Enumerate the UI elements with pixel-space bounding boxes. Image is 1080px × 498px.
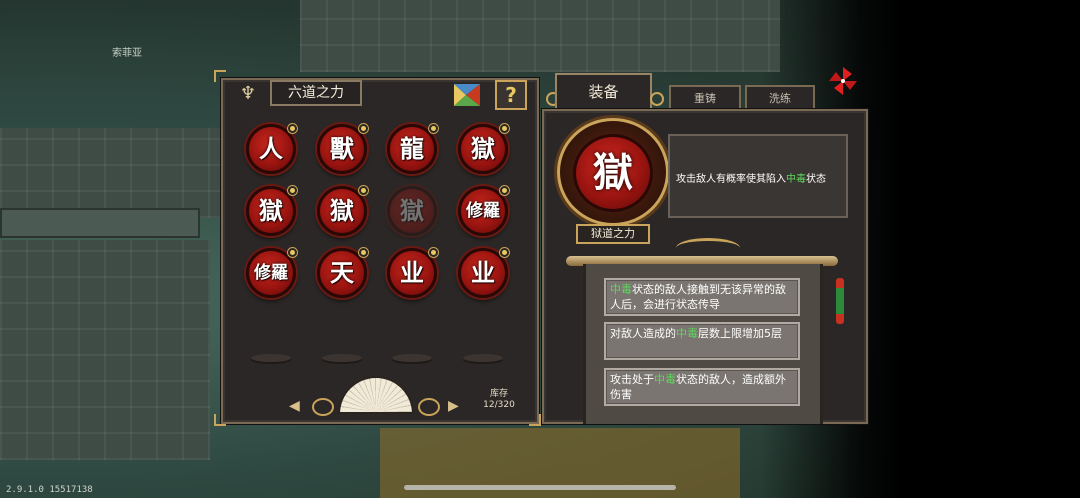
lotus-icon: ♆ xyxy=(239,83,257,104)
courtyard-floor xyxy=(0,240,210,460)
divider-ornament xyxy=(676,238,740,258)
floor-tiles xyxy=(0,128,220,218)
tab-ornament xyxy=(650,92,664,106)
home-indicator[interactable] xyxy=(404,485,676,490)
scroll-ornament-right xyxy=(418,398,440,416)
rune-slot[interactable]: 獄 xyxy=(458,123,510,174)
empty-rune-slot[interactable] xyxy=(322,354,362,362)
tab-recast[interactable]: 重铸 xyxy=(669,85,741,111)
rune-slot[interactable]: 天 xyxy=(317,247,369,298)
rune-badge-icon xyxy=(499,185,510,196)
character-name-label: 索菲亚 xyxy=(112,48,142,59)
rune-slot[interactable]: 业 xyxy=(387,247,439,298)
rune-slot[interactable]: 人 xyxy=(246,123,298,174)
tassel-decoration xyxy=(836,278,844,324)
rune-badge-icon xyxy=(428,123,439,134)
codex-icon[interactable] xyxy=(452,82,482,108)
effect-entry: 中毒状态的敌人接触到无该异常的敌人后，会进行状态传导 xyxy=(604,278,800,316)
rune-slot[interactable]: 獄 xyxy=(387,186,437,236)
rune-slot[interactable]: 修羅 xyxy=(246,247,298,298)
scroll-ornament-left xyxy=(312,398,334,416)
panel-title: 六道之力 xyxy=(270,80,362,106)
rune-slot[interactable]: 修羅 xyxy=(458,185,510,236)
rune-badge-icon xyxy=(358,123,369,134)
effect-entry: 攻击处于中毒状态的敌人，造成额外伤害 xyxy=(604,368,800,406)
rune-slot[interactable]: 獄 xyxy=(317,185,369,236)
effect-keyword: 中毒 xyxy=(654,373,676,386)
empty-rune-slot[interactable] xyxy=(463,354,503,362)
rune-badge-icon xyxy=(499,123,510,134)
tab-refine[interactable]: 洗练 xyxy=(745,85,815,111)
pinwheel-icon[interactable] xyxy=(828,66,858,96)
version-text: 2.9.1.0 15517138 xyxy=(6,485,93,495)
rune-badge-icon xyxy=(287,185,298,196)
empty-rune-slot[interactable] xyxy=(251,354,291,362)
equipped-rune-name: 狱道之力 xyxy=(576,224,650,244)
rune-slot[interactable]: 獄 xyxy=(246,185,298,236)
effect-text: 攻击处于 xyxy=(610,373,654,386)
rune-slot[interactable]: 獸 xyxy=(317,123,369,174)
rune-description: 攻击敌人有概率使其陷入中毒状态 xyxy=(676,174,826,185)
equipped-rune[interactable]: 獄 xyxy=(573,134,653,212)
corner-ornament xyxy=(529,414,541,426)
rune-slot[interactable]: 龍 xyxy=(387,123,439,174)
wall xyxy=(0,208,200,238)
building-roof xyxy=(300,0,780,72)
tab-equip[interactable]: 装备 xyxy=(555,73,652,111)
corner-ornament xyxy=(214,414,226,426)
rune-badge-icon xyxy=(287,123,298,134)
next-page-button[interactable]: ▶ xyxy=(448,398,459,414)
effect-entry: 对敌人造成的中毒层数上限增加5层 xyxy=(604,322,800,360)
rune-badge-icon xyxy=(499,247,510,258)
rune-badge-icon xyxy=(358,247,369,258)
effect-keyword: 中毒 xyxy=(676,327,698,340)
rune-badge-icon xyxy=(287,247,298,258)
stock-label: 库存 xyxy=(489,389,508,399)
corner-ornament xyxy=(214,70,226,82)
prev-page-button[interactable]: ◀ xyxy=(289,398,300,414)
effect-text: 层数上限增加5层 xyxy=(698,327,782,340)
effect-text: 对敌人造成的 xyxy=(610,327,676,340)
stock-value: 12/320 xyxy=(483,400,515,410)
effect-text: 状态的敌人接触到无该异常的敌人后，会进行状态传导 xyxy=(610,283,786,311)
effect-keyword: 中毒 xyxy=(610,283,632,296)
rune-slot[interactable]: 业 xyxy=(458,247,510,298)
empty-rune-slot[interactable] xyxy=(392,354,432,362)
rune-badge-icon xyxy=(358,185,369,196)
help-button[interactable]: ? xyxy=(495,80,527,110)
rune-badge-icon xyxy=(428,247,439,258)
rune-grid: 人獸龍獄獄獄獄修羅 修羅天业业 xyxy=(238,118,524,378)
